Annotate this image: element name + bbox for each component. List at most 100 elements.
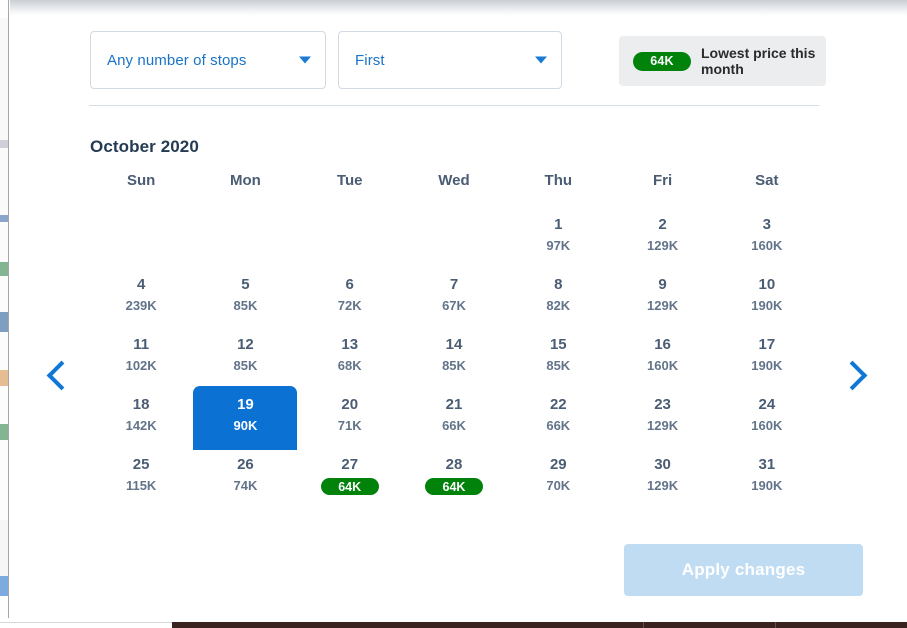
day-price: 70K: [546, 478, 571, 493]
calendar-day-cell[interactable]: 19 90K: [193, 391, 297, 451]
calendar-day-cell[interactable]: 22 66K: [506, 391, 610, 451]
modal-top-shadow: [10, 0, 907, 16]
calendar-day-cell[interactable]: 27 64K: [298, 451, 402, 511]
calendar-day-cell[interactable]: 26 74K: [193, 451, 297, 511]
day-price: 71K: [337, 418, 362, 433]
calendar-day-cell[interactable]: 10 190K: [715, 271, 819, 331]
calendar-day-cell[interactable]: 21 66K: [402, 391, 506, 451]
calendar-day-cell[interactable]: 12 85K: [193, 331, 297, 391]
calendar-day-cell[interactable]: 29 70K: [506, 451, 610, 511]
day-price: 129K: [647, 238, 679, 253]
calendar-day-cell[interactable]: 20 71K: [298, 391, 402, 451]
day-number: 2: [658, 216, 667, 233]
day-number: 30: [654, 456, 671, 473]
day-number: 8: [554, 276, 563, 293]
day-price: 68K: [337, 358, 362, 373]
day-price: 74K: [233, 478, 258, 493]
day-price: 102K: [125, 358, 157, 373]
calendar-day-cell[interactable]: 15 85K: [506, 331, 610, 391]
calendar-day-cell[interactable]: 6 72K: [298, 271, 402, 331]
weekday-label: Wed: [438, 172, 470, 189]
calendar-day-cell[interactable]: 11 102K: [89, 331, 193, 391]
day-price: 66K: [546, 418, 571, 433]
day-price: 160K: [751, 418, 783, 433]
apply-changes-button[interactable]: Apply changes: [624, 544, 863, 596]
lowest-price-legend: 64K Lowest price this month: [619, 36, 826, 86]
section-divider: [89, 105, 819, 106]
day-number: 31: [758, 456, 776, 473]
bottom-hairline: [0, 622, 172, 623]
calendar-day-cell[interactable]: 16 160K: [610, 331, 714, 391]
weekday-label: Fri: [652, 172, 673, 189]
weekday-label: Sun: [126, 172, 156, 189]
calendar-day-cell[interactable]: 7 67K: [402, 271, 506, 331]
calendar-day-cell[interactable]: 28 64K: [402, 451, 506, 511]
chevron-left-icon: [46, 360, 77, 390]
day-lowest-price-badge: 64K: [424, 478, 483, 495]
price-calendar: Sun Mon Tue Wed Thu Fri Sat 1 97K 2 129K 3 160K 4 239…: [89, 172, 819, 511]
calendar-day-cell[interactable]: 9 129K: [610, 271, 714, 331]
day-number: 7: [449, 276, 459, 293]
calendar-day-cell[interactable]: 18 142K: [89, 391, 193, 451]
stops-select[interactable]: Any number of stops: [90, 31, 326, 89]
day-price: 115K: [125, 478, 157, 493]
bottom-bar-separator: [643, 622, 644, 628]
calendar-day-cell[interactable]: 1 97K: [506, 211, 610, 271]
calendar-day-cell[interactable]: 2 129K: [610, 211, 714, 271]
caret-down-icon: [299, 56, 311, 64]
calendar-day-cell[interactable]: 24 160K: [715, 391, 819, 451]
modal-left-edge: [8, 0, 9, 628]
weekday-label: Tue: [336, 172, 363, 189]
calendar-day-cell[interactable]: 14 85K: [402, 331, 506, 391]
day-number: 6: [345, 276, 354, 293]
day-number: 4: [136, 276, 146, 293]
day-price: 85K: [546, 358, 571, 373]
day-number: 28: [445, 456, 463, 473]
calendar-day-cell[interactable]: 5 85K: [193, 271, 297, 331]
next-month-button[interactable]: [837, 355, 872, 395]
filter-row: Any number of stops First: [90, 31, 562, 89]
day-number: 22: [549, 396, 567, 413]
calendar-day-cell[interactable]: 4 239K: [89, 271, 193, 331]
bottom-bar-separator: [775, 622, 776, 628]
cabin-class-select[interactable]: First: [338, 31, 562, 89]
weekday-label: Mon: [230, 172, 261, 189]
day-price: 82K: [546, 298, 571, 313]
day-price: 129K: [647, 478, 679, 493]
day-number: 23: [654, 396, 671, 413]
calendar-days-grid: 1 97K 2 129K 3 160K 4 239K 5 85K 6 72K 7 67K 8 82K 9 129K…: [89, 211, 819, 511]
day-price: 160K: [751, 238, 783, 253]
calendar-day-cell[interactable]: 23 129K: [610, 391, 714, 451]
day-number: 29: [549, 456, 567, 473]
day-price: 239K: [125, 298, 157, 313]
day-price: 85K: [233, 358, 258, 373]
day-number: 24: [758, 396, 776, 413]
calendar-day-cell[interactable]: 30 129K: [610, 451, 714, 511]
background-page-sliver: [0, 0, 8, 628]
calendar-day-cell[interactable]: 13 68K: [298, 331, 402, 391]
day-number: 1: [554, 216, 563, 233]
lowest-price-label: Lowest price this month: [701, 45, 816, 77]
calendar-day-cell[interactable]: 17 190K: [715, 331, 819, 391]
day-number: 16: [654, 336, 671, 353]
weekday-header-row: Sun Mon Tue Wed Thu Fri Sat: [89, 172, 819, 211]
day-number: 14: [445, 336, 463, 353]
price-calendar-modal: Any number of stops First 64K Lowest pri…: [10, 0, 907, 618]
day-number: 11: [133, 336, 150, 353]
prev-month-button[interactable]: [42, 355, 77, 395]
day-number: 25: [132, 456, 150, 473]
day-price: 142K: [125, 418, 157, 433]
stops-select-value: Any number of stops: [107, 51, 247, 69]
day-number: 27: [341, 456, 359, 473]
day-number: 19: [237, 396, 254, 413]
day-price: 90K: [233, 418, 258, 433]
day-price: 66K: [442, 418, 466, 433]
day-number: 10: [758, 276, 776, 293]
calendar-day-cell[interactable]: 25 115K: [89, 451, 193, 511]
calendar-day-cell[interactable]: 31 190K: [715, 451, 819, 511]
calendar-day-cell[interactable]: 3 160K: [715, 211, 819, 271]
day-price: 97K: [546, 238, 571, 253]
calendar-day-cell[interactable]: 8 82K: [506, 271, 610, 331]
page-title: October 2020: [90, 137, 199, 156]
cabin-class-select-value: First: [355, 51, 385, 69]
